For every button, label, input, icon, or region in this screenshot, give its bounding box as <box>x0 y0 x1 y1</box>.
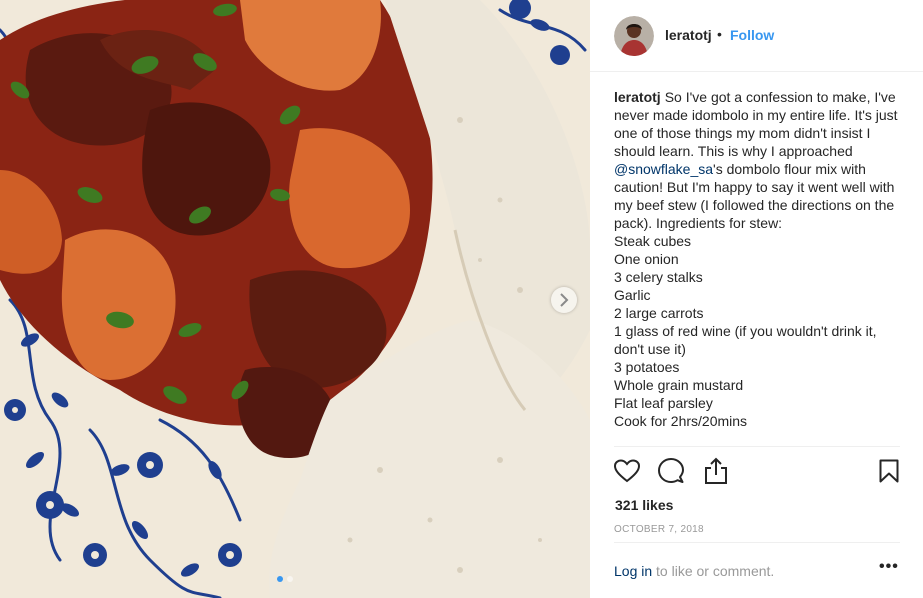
save-button[interactable] <box>879 459 899 488</box>
carousel-dot-active <box>277 576 283 582</box>
like-button[interactable] <box>613 459 641 488</box>
ingredient-line: 2 large carrots <box>614 305 704 321</box>
follow-button[interactable]: Follow <box>730 27 774 43</box>
comment-icon <box>658 458 684 483</box>
caption-mention-link[interactable]: @snowflake_sa <box>614 161 713 177</box>
ingredient-line: Cook for 2hrs/20mins <box>614 413 748 429</box>
ingredient-line: 3 potatoes <box>614 359 680 375</box>
ingredient-line: Flat leaf parsley <box>614 395 713 411</box>
ingredient-line: 3 celery stalks <box>614 269 703 285</box>
header-separator: • <box>717 26 722 42</box>
comment-button[interactable] <box>658 458 684 489</box>
food-photo-illustration <box>0 0 590 598</box>
ingredient-line: Garlic <box>614 287 651 303</box>
divider <box>614 542 900 543</box>
post-date[interactable]: OCTOBER 7, 2018 <box>614 524 704 535</box>
ingredient-line: 1 glass of red wine (if you wouldn't dri… <box>614 323 877 357</box>
ingredient-line: Steak cubes <box>614 233 692 249</box>
post-photo[interactable] <box>0 0 590 598</box>
login-link[interactable]: Log in <box>614 563 652 579</box>
ingredient-line: One onion <box>614 251 679 267</box>
likes-count[interactable]: 321 likes <box>615 497 673 513</box>
carousel-next-button[interactable] <box>551 287 577 313</box>
more-options-button[interactable]: ••• <box>879 558 899 576</box>
bookmark-icon <box>879 459 899 483</box>
heart-icon <box>613 459 641 483</box>
divider <box>614 446 900 447</box>
header-username-link[interactable]: leratotj <box>665 27 712 43</box>
post-header: leratotj • Follow <box>590 0 923 72</box>
avatar-image <box>614 16 654 56</box>
carousel-indicator <box>277 576 293 582</box>
ingredient-line: Whole grain mustard <box>614 377 744 393</box>
share-button[interactable] <box>704 457 728 489</box>
post-sidebar: leratotj • Follow leratotj So I've got a … <box>590 0 923 598</box>
share-icon <box>705 457 727 484</box>
avatar[interactable] <box>614 16 654 56</box>
carousel-dot <box>287 576 293 582</box>
post-caption: leratotj So I've got a confession to make… <box>614 88 906 430</box>
login-prompt: Log in to like or comment. <box>614 563 774 579</box>
login-prompt-text: to like or comment. <box>652 563 775 579</box>
chevron-right-icon <box>560 293 569 307</box>
caption-username-link[interactable]: leratotj <box>614 89 661 105</box>
